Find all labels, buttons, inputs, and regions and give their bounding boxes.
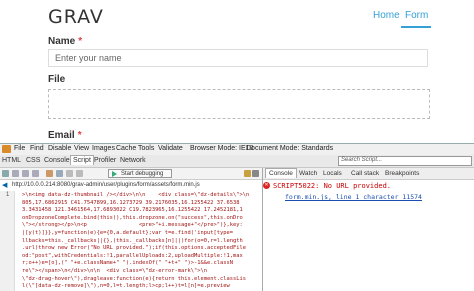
- site-header: GRAV Home Form: [0, 0, 474, 30]
- tab-css[interactable]: CSS: [26, 157, 40, 164]
- tab-call-stack[interactable]: Call stack: [351, 170, 379, 177]
- required-mark: *: [78, 36, 83, 47]
- play-icon: [112, 171, 117, 177]
- step-into-icon[interactable]: [12, 170, 19, 177]
- code-line: \"></strong></p>\n<p <pre>"+i.message+"<…: [22, 222, 243, 229]
- menu-validate[interactable]: Validate: [158, 145, 183, 152]
- nav-home-link[interactable]: Home: [373, 10, 400, 21]
- tab-console-pane[interactable]: Console: [265, 168, 297, 178]
- code-line: onDropzoneComplete.bind(this)),this.drop…: [22, 214, 243, 221]
- tab-network[interactable]: Network: [120, 157, 146, 164]
- devtools-menubar: File Find Disable View Images Cache Tool…: [0, 144, 474, 155]
- site-brand[interactable]: GRAV: [48, 6, 104, 28]
- code-line: .url)throw new Error("No URL provided.")…: [22, 245, 246, 252]
- error-location-link[interactable]: form.min.js, line 1 character 11574: [285, 193, 422, 201]
- start-debugging-label: Start debugging: [121, 171, 164, 177]
- dropdown-icon[interactable]: [252, 170, 259, 177]
- email-label: Email *: [48, 130, 82, 141]
- format-icon[interactable]: [66, 170, 73, 177]
- start-debugging-button[interactable]: Start debugging: [108, 169, 172, 178]
- breakpoint-icon[interactable]: [76, 170, 83, 177]
- code-line: \"dz-drag-hover\"),dragleave:function(e)…: [22, 275, 246, 282]
- script-toolbar: Start debugging: [0, 168, 260, 179]
- pause-icon[interactable]: [2, 170, 9, 177]
- menu-disable[interactable]: Disable: [48, 145, 71, 152]
- code-line: r;o++)e=[o],(" "+e.className+" ").indexO…: [22, 260, 233, 267]
- step-out-icon[interactable]: [32, 170, 39, 177]
- name-label: Name *: [48, 36, 82, 47]
- menu-browser-mode[interactable]: Browser Mode: IE10: [190, 145, 253, 152]
- code-line: 805,17.6862915 C41.7547899,16.1273729 39…: [22, 199, 240, 206]
- nav-active-indicator: [401, 26, 431, 28]
- script-list-icon[interactable]: [244, 170, 251, 177]
- file-dropzone[interactable]: [48, 89, 430, 119]
- file-label: File: [48, 74, 66, 85]
- menu-file[interactable]: File: [14, 145, 25, 152]
- required-mark: *: [77, 130, 82, 141]
- menu-cache[interactable]: Cache: [116, 145, 136, 152]
- word-wrap-icon[interactable]: [56, 170, 63, 177]
- menu-tools[interactable]: Tools: [138, 145, 154, 152]
- console-pane-tabs: Console Watch Locals Call stack Breakpoi…: [263, 168, 474, 180]
- menu-document-mode[interactable]: Document Mode: Standards: [246, 145, 333, 152]
- devtools-app-icon: [2, 145, 11, 153]
- line-number-gutter: 1: [0, 191, 15, 291]
- name-input[interactable]: Enter your name: [48, 49, 428, 67]
- search-script-input[interactable]: Search Script...: [338, 156, 472, 166]
- error-icon: ✕: [263, 182, 270, 189]
- tab-profiler[interactable]: Profiler: [94, 157, 116, 164]
- tab-html[interactable]: HTML: [2, 157, 21, 164]
- menu-images[interactable]: Images: [92, 145, 115, 152]
- tab-console[interactable]: Console: [44, 157, 70, 164]
- menu-find[interactable]: Find: [30, 145, 44, 152]
- name-label-text: Name: [48, 36, 76, 47]
- tab-locals[interactable]: Locals: [323, 170, 342, 177]
- code-line: re\"></span>\n</div>\n\n <div class=\"dz…: [22, 268, 207, 274]
- menu-view[interactable]: View: [74, 145, 89, 152]
- break-on-error-icon[interactable]: [46, 170, 53, 177]
- script-url: http://10.0.0.214:8080/grav-admin/user/p…: [12, 182, 200, 188]
- code-line: >\n<img data-dz-thumbnail /></div>\n\n <…: [22, 192, 250, 198]
- error-message: SCRIPT5022: No URL provided.: [273, 182, 392, 190]
- step-over-icon[interactable]: [22, 170, 29, 177]
- code-line: od:"post",withCredentials:!1,parallelUpl…: [22, 252, 243, 259]
- console-pane: Console Watch Locals Call stack Breakpoi…: [262, 168, 474, 291]
- back-icon[interactable]: ◀: [2, 180, 7, 191]
- code-line: llbacks=this._callbacks||{},(this._callb…: [22, 237, 243, 244]
- tab-script[interactable]: Script: [70, 155, 94, 165]
- code-line: l(\"[data-dz-remove]\"),n=0,l=t.length;l…: [22, 283, 230, 290]
- code-line: 3.3431458 121.3461564,17.6893022 C19.782…: [22, 207, 243, 214]
- line-number: 1: [6, 192, 10, 198]
- code-line: |[y(t)]}},y=function(e){e={0,a.default};…: [22, 230, 233, 236]
- tab-breakpoints[interactable]: Breakpoints: [385, 170, 419, 177]
- tab-watch[interactable]: Watch: [299, 170, 317, 177]
- script-source-view[interactable]: 1 >\n<img data-dz-thumbnail /></div>\n\n…: [0, 191, 262, 291]
- email-label-text: Email: [48, 130, 75, 141]
- nav-form-link[interactable]: Form: [405, 10, 428, 21]
